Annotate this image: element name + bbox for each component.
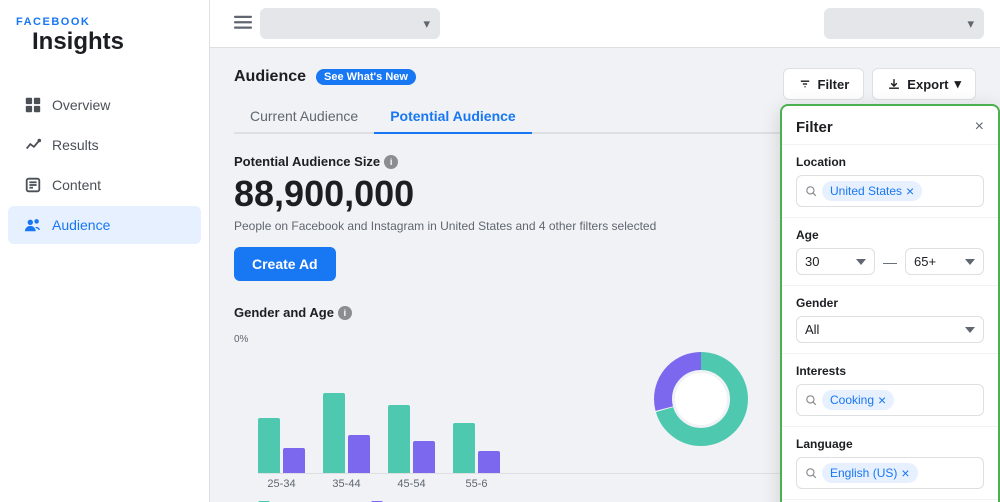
sidebar-logo-area: FACEBOOK Insights bbox=[0, 0, 209, 76]
filter-location-label: Location bbox=[796, 155, 984, 169]
audience-icon bbox=[24, 216, 42, 234]
bar-group-35-44 bbox=[323, 393, 370, 473]
chart-info-icon[interactable]: i bbox=[338, 306, 352, 320]
search-icon-interests bbox=[805, 394, 817, 406]
chart-icon bbox=[24, 136, 42, 154]
filter-panel: Filter × Location United States × bbox=[780, 104, 1000, 502]
filter-age-to[interactable]: 65+55+60+ bbox=[905, 248, 984, 275]
bar-men-35-44 bbox=[348, 435, 370, 473]
new-badge[interactable]: See What's New bbox=[316, 69, 416, 85]
x-label-55-6x: 55-6 bbox=[453, 478, 500, 490]
audience-section-title: Audience bbox=[234, 68, 306, 86]
filter-header: Filter × bbox=[782, 106, 998, 145]
bar-women-45-54 bbox=[388, 405, 410, 473]
filter-section-location: Location United States × bbox=[782, 145, 998, 218]
topbar bbox=[210, 0, 1000, 48]
filter-gender-label: Gender bbox=[796, 296, 984, 310]
page-selector-wrapper bbox=[260, 8, 440, 39]
bar-women-35-44 bbox=[323, 393, 345, 473]
create-ad-button[interactable]: Create Ad bbox=[234, 247, 336, 281]
size-info-icon[interactable]: i bbox=[384, 155, 398, 169]
top-actions: Filter Export ▾ bbox=[783, 68, 977, 100]
filter-section-age: Age 301825 — 65+55+60+ bbox=[782, 218, 998, 286]
zero-percent-label: 0% bbox=[234, 334, 248, 345]
content-area: Filter Export ▾ Audience See What's New … bbox=[210, 48, 1000, 502]
sidebar-item-content[interactable]: Content bbox=[8, 166, 201, 204]
filter-section-gender: Gender AllWomenMen bbox=[782, 286, 998, 354]
sidebar-item-label-audience: Audience bbox=[52, 217, 110, 233]
filter-age-label: Age bbox=[796, 228, 984, 242]
hamburger-icon[interactable] bbox=[234, 13, 252, 34]
bar-men-55-6x bbox=[478, 451, 500, 473]
tab-current-audience[interactable]: Current Audience bbox=[234, 100, 374, 134]
filter-location-remove[interactable]: × bbox=[906, 183, 914, 199]
x-label-45-54: 45-54 bbox=[388, 478, 435, 490]
filter-interests-remove[interactable]: × bbox=[878, 392, 886, 408]
filter-language-remove[interactable]: × bbox=[901, 465, 909, 481]
filter-age-row: 301825 — 65+55+60+ bbox=[796, 248, 984, 275]
filter-button[interactable]: Filter bbox=[783, 68, 865, 100]
sidebar: FACEBOOK Insights Overview Results Conte… bbox=[0, 0, 210, 502]
filter-button-label: Filter bbox=[818, 77, 850, 92]
bar-men-25-34 bbox=[283, 448, 305, 473]
x-label-35-44: 35-44 bbox=[323, 478, 370, 490]
filter-icon bbox=[798, 77, 812, 91]
main-area: Filter Export ▾ Audience See What's New … bbox=[210, 0, 1000, 502]
filter-language-tag: English (US) × bbox=[822, 463, 918, 483]
sidebar-item-overview[interactable]: Overview bbox=[8, 86, 201, 124]
download-icon bbox=[887, 77, 901, 91]
bar-group-45-54 bbox=[388, 405, 435, 473]
filter-interests-tag: Cooking × bbox=[822, 390, 894, 410]
filter-gender-select[interactable]: AllWomenMen bbox=[796, 316, 984, 343]
filter-age-from[interactable]: 301825 bbox=[796, 248, 875, 275]
x-label-25-34: 25-34 bbox=[258, 478, 305, 490]
filter-section-interests: Interests Cooking × bbox=[782, 354, 998, 427]
facebook-logo: FACEBOOK bbox=[16, 16, 193, 28]
filter-section-language: Language English (US) × bbox=[782, 427, 998, 500]
sidebar-nav: Overview Results Content Audienc bbox=[0, 76, 209, 254]
filter-age-dash: — bbox=[883, 254, 897, 270]
bar-men-45-54 bbox=[413, 441, 435, 473]
filter-language-label: Language bbox=[796, 437, 984, 451]
filter-panel-title: Filter bbox=[796, 119, 833, 136]
sidebar-item-label-results: Results bbox=[52, 137, 99, 153]
sidebar-item-label-content: Content bbox=[52, 177, 101, 193]
donut-chart bbox=[646, 344, 756, 454]
app-title: Insights bbox=[16, 28, 193, 72]
search-icon bbox=[805, 185, 817, 197]
export-chevron-icon: ▾ bbox=[954, 76, 961, 92]
tab-potential-audience[interactable]: Potential Audience bbox=[374, 100, 532, 134]
filter-close-button[interactable]: × bbox=[975, 118, 984, 136]
date-selector-wrapper bbox=[824, 8, 984, 39]
filter-location-input[interactable]: United States × bbox=[796, 175, 984, 207]
date-selector[interactable] bbox=[824, 8, 984, 39]
export-button[interactable]: Export ▾ bbox=[872, 68, 976, 100]
filter-language-input[interactable]: English (US) × bbox=[796, 457, 984, 489]
grid-icon bbox=[24, 96, 42, 114]
export-button-label: Export bbox=[907, 77, 948, 92]
bar-women-55-6x bbox=[453, 423, 475, 473]
sidebar-item-audience[interactable]: Audience bbox=[8, 206, 201, 244]
filter-location-tag: United States × bbox=[822, 181, 922, 201]
filter-interests-input[interactable]: Cooking × bbox=[796, 384, 984, 416]
donut-chart-wrapper bbox=[646, 344, 756, 457]
bar-women-25-34 bbox=[258, 418, 280, 473]
filter-interests-label: Interests bbox=[796, 364, 984, 378]
bar-group-25-34 bbox=[258, 418, 305, 473]
content-icon bbox=[24, 176, 42, 194]
page-selector[interactable] bbox=[260, 8, 440, 39]
sidebar-item-results[interactable]: Results bbox=[8, 126, 201, 164]
sidebar-item-label-overview: Overview bbox=[52, 97, 110, 113]
bar-group-55-6x bbox=[453, 423, 500, 473]
search-icon-language bbox=[805, 467, 817, 479]
